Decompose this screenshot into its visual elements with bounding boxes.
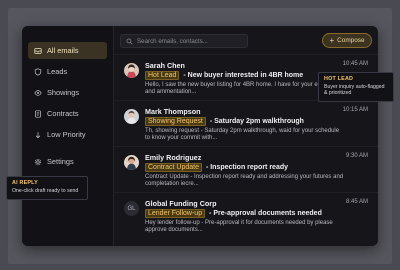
email-subject-line: Lender Follow-up - Pre-approval document… (145, 209, 322, 218)
email-row-global-funding-corp[interactable]: GL Global Funding Corp 8:45 AM Lender Fo… (114, 192, 378, 238)
compose-button[interactable]: + Compose (322, 33, 372, 48)
category-tag: Showing Request (145, 117, 206, 126)
email-list-pane: + Compose Sarah Chen 10:45 AM Hot Lead -… (114, 26, 378, 246)
email-subject-line: Showing Request - Saturday 2pm walkthrou… (145, 117, 304, 126)
email-preview: Th, showing request - Saturday 2pm walkt… (145, 128, 340, 142)
search-icon (126, 38, 133, 45)
callout-body: One-click draft ready to send (12, 188, 79, 194)
sidebar-item-low-priority[interactable]: Low Priority (28, 126, 107, 143)
sidebar-item-label: Leads (47, 67, 68, 76)
sidebar-item-label: All emails (47, 46, 79, 55)
category-tag: Contract Update (145, 163, 202, 172)
category-tag: Hot Lead (145, 71, 180, 80)
email-subject-line: Contract Update - Inspection report read… (145, 163, 288, 172)
shield-icon (34, 67, 42, 76)
toolbar: + Compose (114, 26, 378, 54)
sidebar-item-label: Contracts (47, 109, 79, 118)
callout-title: AI REPLY (12, 180, 38, 186)
gear-icon (34, 158, 42, 166)
inbox-icon (34, 47, 42, 55)
hot-lead-callout: HOT LEAD Buyer inquiry auto-flagged & pr… (318, 72, 394, 102)
category-tag: Lender Follow-up (145, 209, 206, 218)
email-row-mark-thompson[interactable]: Mark Thompson 10:15 AM Showing Request -… (114, 100, 378, 146)
avatar (124, 63, 139, 78)
sidebar-item-label: Low Priority (47, 130, 86, 139)
arrow-down-icon (34, 131, 42, 139)
avatar (124, 155, 139, 170)
sidebar-item-label: Showings (47, 88, 80, 97)
compose-label: Compose (337, 37, 365, 44)
email-time: 8:45 AM (345, 199, 368, 205)
email-app-window: All emails Leads Showings Contracts Low … (22, 26, 378, 246)
email-preview: Hey lender follow-up - Pre-approval it f… (145, 220, 333, 234)
callout-title: HOT LEAD (324, 76, 354, 82)
email-time: 10:45 AM (342, 61, 368, 67)
document-icon (34, 109, 42, 118)
sidebar-item-all-emails[interactable]: All emails (28, 42, 107, 59)
email-row-emily-rodriguez[interactable]: Emily Rodriguez 9:30 AM Contract Update … (114, 146, 378, 192)
email-time: 10:15 AM (342, 107, 368, 113)
avatar: GL (124, 201, 139, 216)
sender-name: Global Funding Corp (145, 199, 217, 208)
sender-name: Emily Rodriguez (145, 153, 202, 162)
callout-body: Buyer inquiry auto-flagged & prioritized (324, 84, 385, 97)
sidebar-item-showings[interactable]: Showings (28, 84, 107, 101)
search-box[interactable] (120, 34, 248, 48)
ai-reply-callout: AI REPLY One-click draft ready to send (6, 176, 88, 200)
search-input[interactable] (137, 37, 247, 45)
email-preview: Contract Update - Inspection report read… (145, 174, 344, 188)
email-subject: - Pre-approval documents needed (209, 210, 322, 217)
sidebar-item-label: Settings (47, 157, 74, 166)
email-subject: - Saturday 2pm walkthrough (209, 118, 304, 125)
sender-name: Mark Thompson (145, 107, 201, 116)
sidebar-item-leads[interactable]: Leads (28, 63, 107, 80)
sidebar: All emails Leads Showings Contracts Low … (22, 26, 114, 246)
sidebar-item-settings[interactable]: Settings (28, 153, 107, 170)
sender-name: Sarah Chen (145, 61, 185, 70)
sidebar-item-contracts[interactable]: Contracts (28, 105, 107, 122)
email-time: 9:30 AM (345, 153, 368, 159)
email-preview: Hello, I saw the new buyer listing for 4… (145, 82, 342, 96)
email-subject-line: Hot Lead - New buyer interested in 4BR h… (145, 71, 303, 80)
avatar (124, 109, 139, 124)
eye-icon (34, 89, 42, 97)
plus-icon: + (329, 35, 335, 45)
email-subject: - New buyer interested in 4BR home (183, 72, 304, 79)
email-subject: - Inspection report ready (205, 164, 289, 171)
